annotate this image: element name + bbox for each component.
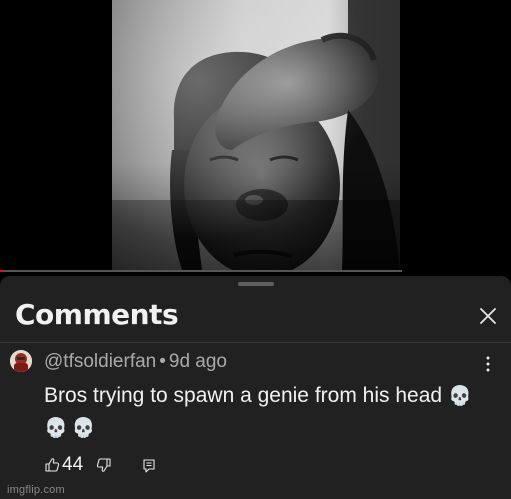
progress-bar-fill: [0, 270, 3, 272]
close-icon: [480, 308, 496, 324]
comment-body: Bros trying to spawn a genie from his he…: [44, 380, 484, 444]
comment-text: Bros trying to spawn a genie from his he…: [44, 384, 443, 407]
thumbs-up-icon[interactable]: [44, 457, 60, 473]
more-vert-icon: [486, 356, 490, 372]
header-divider: [0, 342, 511, 343]
avatar-image: [10, 350, 32, 372]
comments-header: Comments: [0, 290, 511, 342]
meta-separator: •: [159, 351, 166, 372]
comments-title: Comments: [15, 298, 179, 331]
watermark: imgflip.com: [7, 484, 65, 496]
thumbs-down-icon[interactable]: [96, 457, 112, 473]
comment-author[interactable]: @tfsoldierfan: [44, 351, 156, 372]
like-count: 44: [62, 454, 84, 475]
video-frame: [112, 0, 400, 270]
video-player[interactable]: [0, 0, 511, 272]
drag-handle[interactable]: [238, 282, 274, 286]
close-button[interactable]: [474, 302, 502, 330]
avatar[interactable]: [10, 350, 32, 372]
comment-menu-button[interactable]: [478, 354, 498, 374]
reply-icon[interactable]: [141, 458, 157, 474]
progress-bar[interactable]: [0, 270, 402, 272]
comment-meta: @tfsoldierfan • 9d ago: [44, 351, 227, 373]
comment-time: 9d ago: [168, 351, 228, 372]
comments-sheet: Comments @tfsoldierfan • 9d ago Bros try…: [0, 276, 511, 499]
comment-item: @tfsoldierfan • 9d ago Bros trying to spaw…: [0, 346, 511, 476]
